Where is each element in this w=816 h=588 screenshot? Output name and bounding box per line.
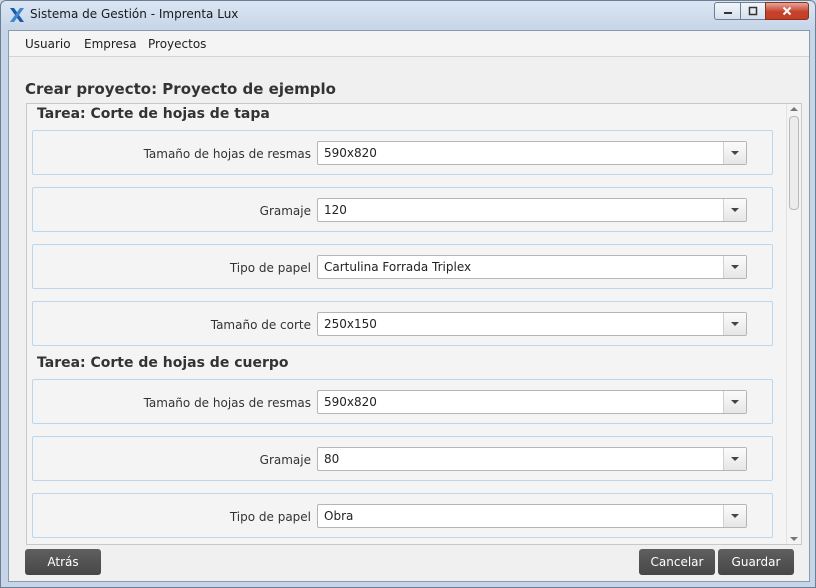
task-title: Tarea: Corte de hojas de cuerpo	[37, 355, 289, 371]
combo-value: 590x820	[324, 395, 377, 409]
page-title: Crear proyecto: Proyecto de ejemplo	[25, 80, 336, 98]
combo-value: 250x150	[324, 317, 377, 331]
chevron-down-icon[interactable]	[723, 391, 746, 413]
chevron-down-icon[interactable]	[723, 142, 746, 164]
cancel-button[interactable]: Cancelar	[639, 549, 715, 575]
field-row: Gramaje 120	[32, 187, 773, 232]
field-label: Tamaño de hojas de resmas	[143, 396, 311, 410]
field-row: Tamaño de hojas de resmas 590x820	[32, 379, 773, 424]
menu-empresa[interactable]: Empresa	[84, 37, 137, 51]
client-area: Usuario Empresa Proyectos Crear proyecto…	[8, 30, 810, 582]
field-label: Gramaje	[259, 204, 311, 218]
paper-type-combo[interactable]: Obra	[317, 504, 747, 528]
menu-usuario[interactable]: Usuario	[25, 37, 71, 51]
title-bar[interactable]: Sistema de Gestión - Imprenta Lux	[1, 1, 815, 29]
field-row: Tipo de papel Cartulina Forrada Triplex	[32, 244, 773, 289]
maximize-icon	[748, 6, 758, 16]
combo-value: Cartulina Forrada Triplex	[324, 260, 472, 274]
back-button[interactable]: Atrás	[25, 549, 101, 575]
menu-proyectos[interactable]: Proyectos	[148, 37, 206, 51]
paper-type-combo[interactable]: Cartulina Forrada Triplex	[317, 255, 747, 279]
field-label: Tamaño de corte	[210, 318, 311, 332]
cut-size-combo[interactable]: 250x150	[317, 312, 747, 336]
close-icon	[782, 6, 792, 16]
chevron-down-icon[interactable]	[723, 199, 746, 221]
scroll-up-arrow-icon[interactable]	[790, 107, 798, 111]
menu-bar: Usuario Empresa Proyectos	[9, 31, 809, 57]
tasks-scroll-pane[interactable]: Tarea: Corte de hojas de tapa Tamaño de …	[26, 103, 802, 545]
scrollbar-thumb[interactable]	[789, 116, 799, 210]
field-row: Tipo de papel Obra	[32, 493, 773, 538]
combo-value: 80	[324, 452, 340, 466]
chevron-down-icon[interactable]	[723, 256, 746, 278]
app-x-icon	[10, 8, 24, 22]
field-label: Tipo de papel	[229, 261, 311, 275]
app-window: Sistema de Gestión - Imprenta Lux Usuari…	[0, 0, 816, 588]
field-label: Gramaje	[259, 453, 311, 467]
chevron-down-icon[interactable]	[723, 448, 746, 470]
task-title: Tarea: Corte de hojas de tapa	[37, 106, 270, 122]
combo-value: 590x820	[324, 146, 377, 160]
chevron-down-icon[interactable]	[723, 505, 746, 527]
sheet-size-combo[interactable]: 590x820	[317, 390, 747, 414]
minimize-button[interactable]	[714, 2, 740, 20]
grammage-combo[interactable]: 80	[317, 447, 747, 471]
scroll-down-arrow-icon[interactable]	[790, 537, 798, 541]
field-row: Gramaje 80	[32, 436, 773, 481]
grammage-combo[interactable]: 120	[317, 198, 747, 222]
combo-value: Obra	[324, 509, 354, 523]
vertical-scrollbar[interactable]	[786, 104, 801, 544]
field-label: Tipo de papel	[229, 510, 311, 524]
combo-value: 120	[324, 203, 347, 217]
minimize-icon	[723, 12, 732, 14]
close-button[interactable]	[765, 2, 809, 20]
sheet-size-combo[interactable]: 590x820	[317, 141, 747, 165]
window-title: Sistema de Gestión - Imprenta Lux	[30, 7, 239, 21]
save-button[interactable]: Guardar	[718, 549, 794, 575]
field-row: Tamaño de hojas de resmas 590x820	[32, 130, 773, 175]
chevron-down-icon[interactable]	[723, 313, 746, 335]
field-label: Tamaño de hojas de resmas	[143, 147, 311, 161]
maximize-button[interactable]	[740, 2, 765, 20]
field-row: Tamaño de corte 250x150	[32, 301, 773, 346]
